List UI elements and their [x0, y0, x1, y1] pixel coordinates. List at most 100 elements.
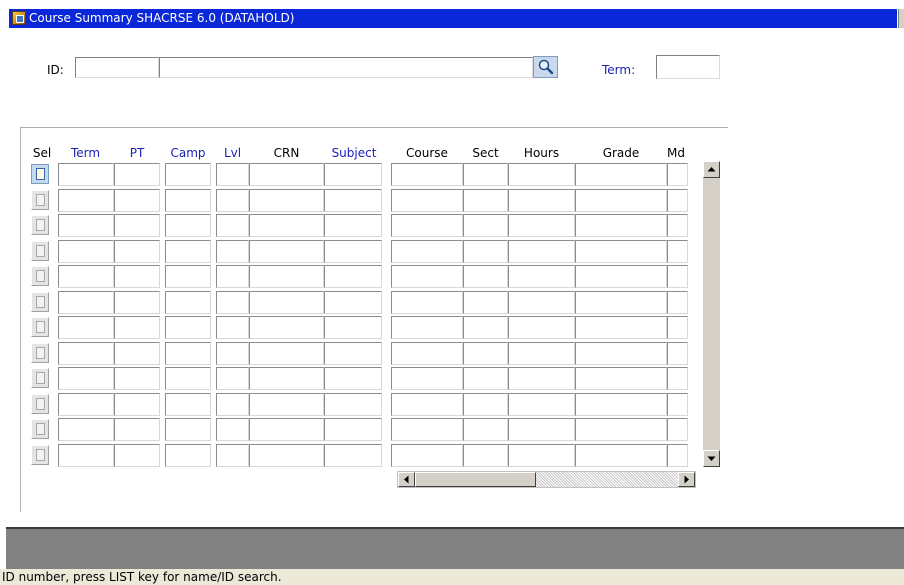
hours-cell[interactable]: [508, 265, 575, 288]
camp-cell[interactable]: [165, 367, 211, 390]
sect-cell[interactable]: [463, 367, 508, 390]
subject-cell[interactable]: [324, 418, 382, 441]
course-cell[interactable]: [391, 367, 463, 390]
camp-cell[interactable]: [165, 188, 211, 212]
crn-cell[interactable]: [249, 341, 324, 365]
grade-cell[interactable]: [575, 290, 667, 314]
camp-cell[interactable]: [165, 163, 211, 186]
row-select-button[interactable]: [31, 291, 49, 312]
subject-cell[interactable]: [324, 367, 382, 390]
pt-cell[interactable]: [114, 214, 160, 237]
crn-cell[interactable]: [249, 367, 324, 390]
row-select-button[interactable]: [31, 266, 49, 286]
md-cell[interactable]: [667, 290, 688, 314]
scroll-thumb[interactable]: [415, 472, 536, 487]
lvl-cell[interactable]: [216, 367, 249, 390]
course-cell[interactable]: [391, 316, 463, 339]
md-cell[interactable]: [667, 392, 688, 416]
subject-cell[interactable]: [324, 265, 382, 288]
lvl-cell[interactable]: [216, 316, 249, 339]
subject-cell[interactable]: [324, 443, 382, 467]
sect-cell[interactable]: [463, 316, 508, 339]
pt-cell[interactable]: [114, 188, 160, 212]
row-select-button[interactable]: [31, 317, 49, 337]
crn-cell[interactable]: [249, 163, 324, 186]
camp-cell[interactable]: [165, 265, 211, 288]
term-field[interactable]: [656, 55, 720, 79]
pt-cell[interactable]: [114, 341, 160, 365]
subject-cell[interactable]: [324, 188, 382, 212]
subject-cell[interactable]: [324, 316, 382, 339]
subject-cell[interactable]: [324, 290, 382, 314]
subject-cell[interactable]: [324, 341, 382, 365]
lvl-cell[interactable]: [216, 443, 249, 467]
md-cell[interactable]: [667, 265, 688, 288]
term-cell[interactable]: [58, 367, 114, 390]
md-cell[interactable]: [667, 239, 688, 263]
lvl-cell[interactable]: [216, 341, 249, 365]
hours-cell[interactable]: [508, 316, 575, 339]
course-cell[interactable]: [391, 188, 463, 212]
lvl-cell[interactable]: [216, 265, 249, 288]
term-cell[interactable]: [58, 163, 114, 186]
scroll-left-button[interactable]: [398, 472, 415, 487]
sect-cell[interactable]: [463, 443, 508, 467]
crn-cell[interactable]: [249, 316, 324, 339]
md-cell[interactable]: [667, 418, 688, 441]
term-cell[interactable]: [58, 418, 114, 441]
term-cell[interactable]: [58, 239, 114, 263]
id-field[interactable]: [75, 57, 159, 78]
lvl-cell[interactable]: [216, 392, 249, 416]
search-button[interactable]: [533, 56, 558, 78]
grade-cell[interactable]: [575, 163, 667, 186]
grade-cell[interactable]: [575, 265, 667, 288]
course-cell[interactable]: [391, 443, 463, 467]
pt-cell[interactable]: [114, 316, 160, 339]
grade-cell[interactable]: [575, 316, 667, 339]
scroll-track[interactable]: [536, 472, 678, 487]
crn-cell[interactable]: [249, 290, 324, 314]
grade-cell[interactable]: [575, 188, 667, 212]
name-field[interactable]: [159, 57, 533, 78]
lvl-cell[interactable]: [216, 239, 249, 263]
grade-cell[interactable]: [575, 443, 667, 467]
crn-cell[interactable]: [249, 214, 324, 237]
lvl-cell[interactable]: [216, 163, 249, 186]
term-cell[interactable]: [58, 341, 114, 365]
term-cell[interactable]: [58, 443, 114, 467]
grade-cell[interactable]: [575, 214, 667, 237]
grade-cell[interactable]: [575, 367, 667, 390]
lvl-cell[interactable]: [216, 418, 249, 441]
term-cell[interactable]: [58, 214, 114, 237]
camp-cell[interactable]: [165, 392, 211, 416]
horizontal-scrollbar[interactable]: [397, 471, 696, 488]
lvl-cell[interactable]: [216, 214, 249, 237]
course-cell[interactable]: [391, 239, 463, 263]
subject-cell[interactable]: [324, 214, 382, 237]
hours-cell[interactable]: [508, 163, 575, 186]
hours-cell[interactable]: [508, 418, 575, 441]
row-select-button[interactable]: [31, 368, 49, 388]
course-cell[interactable]: [391, 341, 463, 365]
course-cell[interactable]: [391, 163, 463, 186]
crn-cell[interactable]: [249, 443, 324, 467]
sect-cell[interactable]: [463, 265, 508, 288]
grade-cell[interactable]: [575, 239, 667, 263]
crn-cell[interactable]: [249, 188, 324, 212]
row-select-button[interactable]: [31, 444, 49, 465]
hours-cell[interactable]: [508, 367, 575, 390]
scroll-up-button[interactable]: [703, 161, 720, 178]
pt-cell[interactable]: [114, 367, 160, 390]
term-cell[interactable]: [58, 265, 114, 288]
scroll-down-button[interactable]: [703, 450, 720, 467]
term-cell[interactable]: [58, 316, 114, 339]
camp-cell[interactable]: [165, 239, 211, 263]
course-cell[interactable]: [391, 214, 463, 237]
hours-cell[interactable]: [508, 188, 575, 212]
subject-cell[interactable]: [324, 163, 382, 186]
sect-cell[interactable]: [463, 392, 508, 416]
grade-cell[interactable]: [575, 392, 667, 416]
sect-cell[interactable]: [463, 188, 508, 212]
hours-cell[interactable]: [508, 214, 575, 237]
sect-cell[interactable]: [463, 163, 508, 186]
